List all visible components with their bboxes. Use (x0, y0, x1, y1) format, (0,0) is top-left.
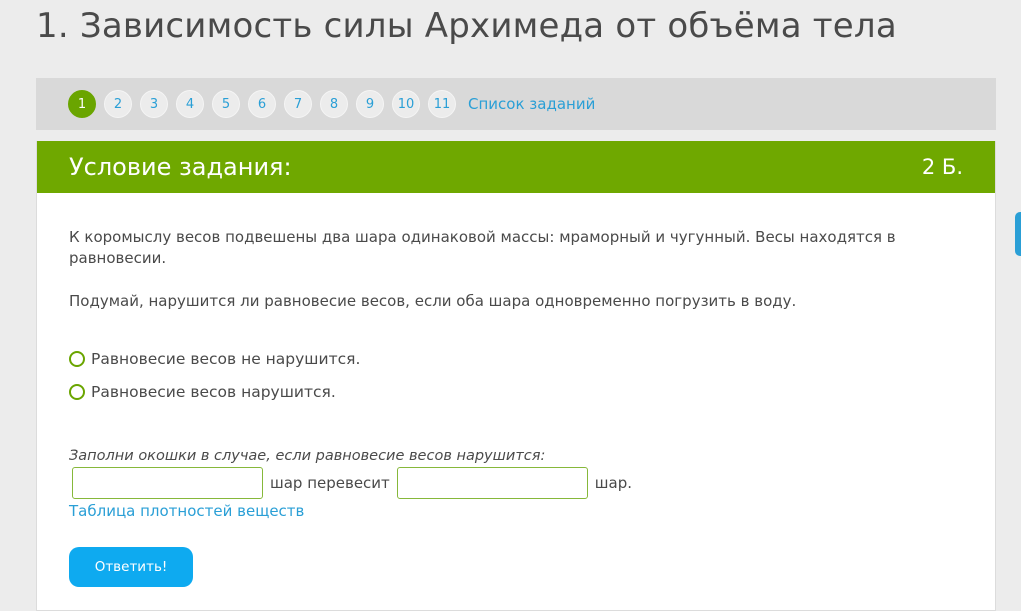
pager-item-6[interactable]: 6 (248, 90, 276, 118)
pager-item-3[interactable]: 3 (140, 90, 168, 118)
heavier-ball-input[interactable] (72, 467, 263, 499)
pager-item-10[interactable]: 10 (392, 90, 420, 118)
page-title: 1. Зависимость силы Архимеда от объёма т… (36, 6, 897, 46)
submit-answer-button[interactable]: Ответить! (69, 547, 193, 587)
answer-options: Равновесие весов не нарушится. Равновеси… (69, 348, 963, 403)
task-list-link[interactable]: Список заданий (468, 95, 595, 113)
task-condition-title: Условие задания: (69, 153, 292, 181)
pager-item-1[interactable]: 1 (68, 90, 96, 118)
option-balance-unchanged[interactable]: Равновесие весов не нарушится. (69, 348, 963, 370)
task-card-body: К коромыслу весов подвешены два шара оди… (37, 193, 995, 587)
task-card-header: Условие задания: 2 Б. (37, 141, 995, 193)
side-panel-tab[interactable] (1015, 212, 1021, 256)
pager-item-5[interactable]: 5 (212, 90, 240, 118)
task-pager: 1 2 3 4 5 6 7 8 9 10 11 Список заданий (36, 78, 996, 130)
task-card: Условие задания: 2 Б. К коромыслу весов … (36, 141, 996, 611)
pager-item-2[interactable]: 2 (104, 90, 132, 118)
radio-button-icon[interactable] (69, 384, 85, 400)
pager-item-4[interactable]: 4 (176, 90, 204, 118)
option-label: Равновесие весов не нарушится. (91, 349, 361, 368)
pager-item-9[interactable]: 9 (356, 90, 384, 118)
fill-text-outweighs: шар перевесит (270, 473, 390, 492)
density-table-link[interactable]: Таблица плотностей веществ (69, 501, 963, 522)
task-paragraph-1: К коромыслу весов подвешены два шара оди… (69, 228, 896, 267)
task-points: 2 Б. (921, 155, 963, 179)
lighter-ball-input[interactable] (396, 467, 588, 499)
fill-text-ball: шар. (594, 473, 633, 492)
radio-button-icon[interactable] (69, 351, 85, 367)
task-paragraph-2: Подумай, нарушится ли равновесие весов, … (69, 292, 797, 310)
option-label: Равновесие весов нарушится. (91, 382, 336, 401)
option-balance-disturbed[interactable]: Равновесие весов нарушится. (69, 381, 963, 403)
pager-item-8[interactable]: 8 (320, 90, 348, 118)
fill-prompt: Заполни окошки в случае, если равновесие… (69, 448, 546, 464)
pager-item-11[interactable]: 11 (428, 90, 456, 118)
pager-item-7[interactable]: 7 (284, 90, 312, 118)
fill-row: шар перевесит шар. (69, 466, 963, 500)
